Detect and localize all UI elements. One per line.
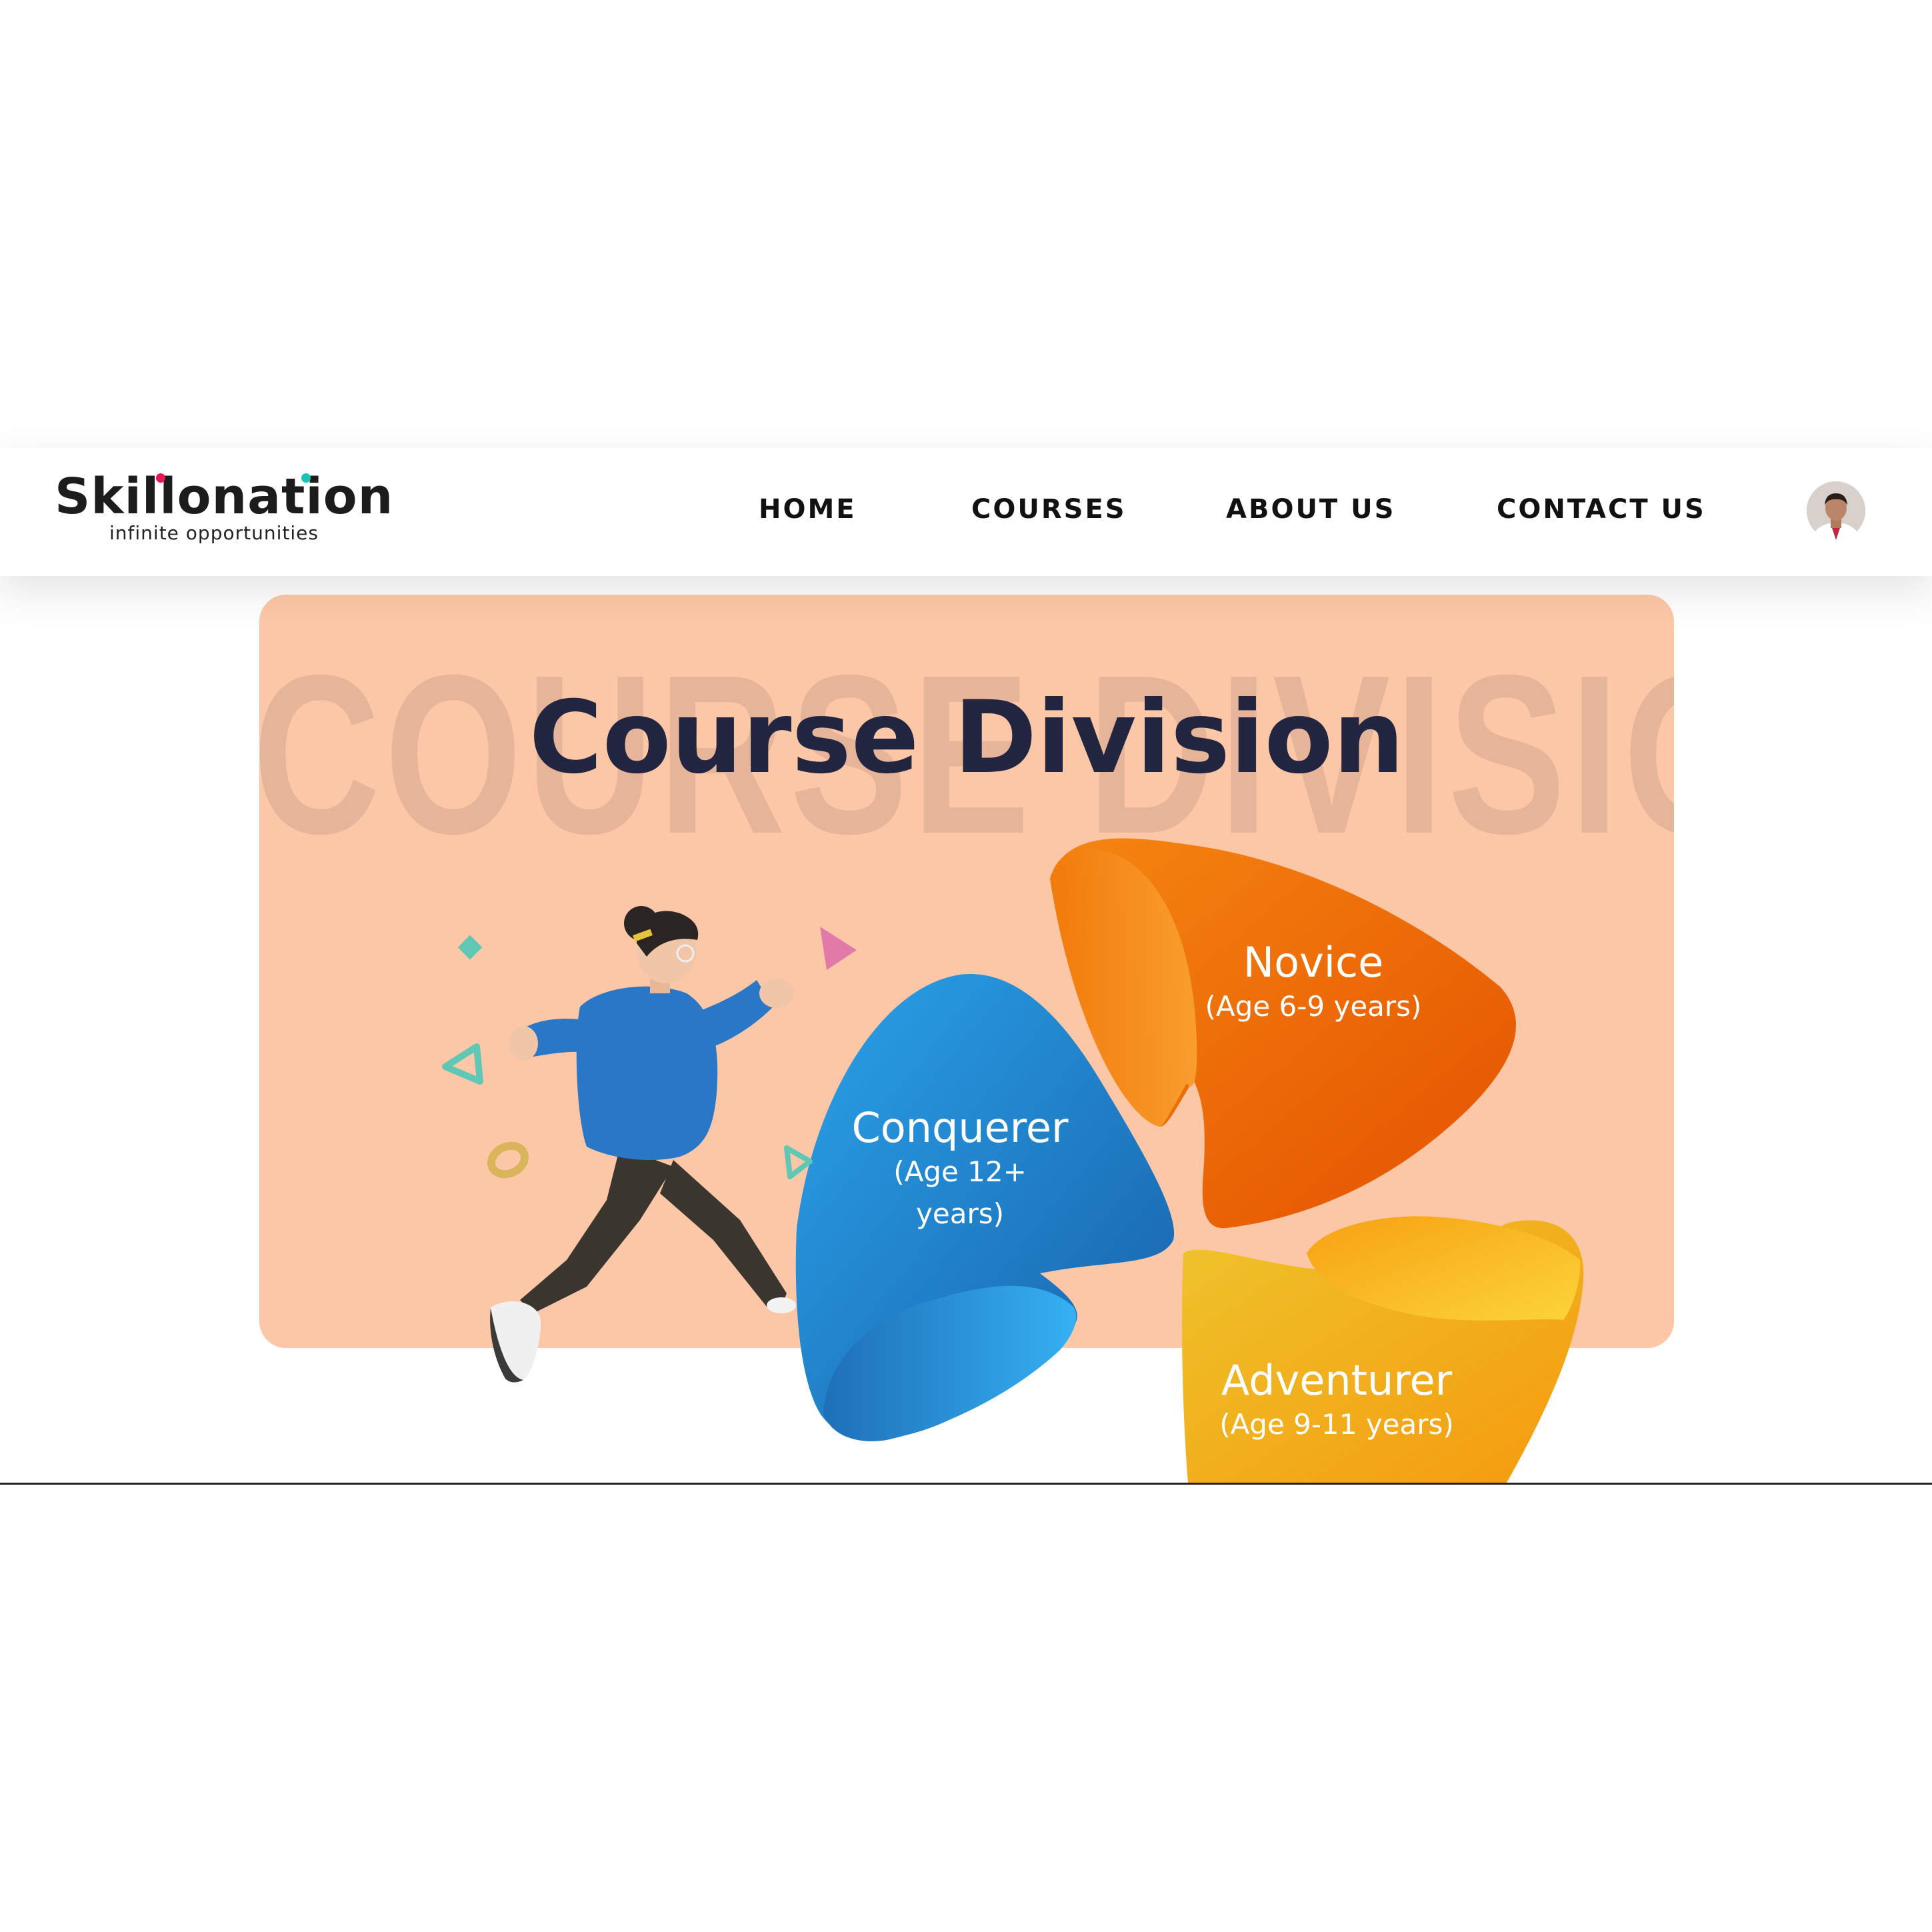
- user-avatar[interactable]: [1807, 481, 1865, 540]
- logo-dot-pink: [156, 473, 165, 483]
- division-age: (Age 6-9 years): [1205, 990, 1422, 1023]
- brand-logo[interactable]: Skillonation infinite opportunities: [55, 472, 401, 545]
- division-age: (Age 12+ years): [893, 1155, 1027, 1231]
- division-name: Adventurer: [1221, 1356, 1453, 1405]
- division-name: Novice: [1243, 938, 1384, 987]
- navbar: Skillonation infinite opportunities HOME…: [0, 448, 1932, 576]
- nav-contact-us[interactable]: CONTACT US: [1497, 496, 1706, 523]
- division-conquerer[interactable]: Conquerer (Age 12+ years): [847, 1105, 1073, 1235]
- brand-tagline: infinite opportunities: [109, 522, 319, 544]
- nav-about-us[interactable]: ABOUT US: [1226, 496, 1395, 523]
- division-novice[interactable]: Novice (Age 6-9 years): [1200, 938, 1427, 1027]
- page-divider: [0, 1483, 1932, 1485]
- brand-name: Skillonation: [55, 468, 394, 525]
- division-age: (Age 9-11 years): [1219, 1408, 1454, 1441]
- nav-courses[interactable]: COURSES: [971, 496, 1127, 523]
- page-title: Course Division: [529, 680, 1405, 796]
- logo-dot-teal: [301, 473, 311, 483]
- avatar-icon: [1807, 481, 1865, 540]
- course-division-banner: COURSE DIVISION Course Division: [259, 595, 1674, 1348]
- nav-home[interactable]: HOME: [759, 496, 857, 523]
- division-adventurer[interactable]: Adventurer (Age 9-11 years): [1217, 1356, 1457, 1445]
- division-name: Conquerer: [851, 1103, 1069, 1152]
